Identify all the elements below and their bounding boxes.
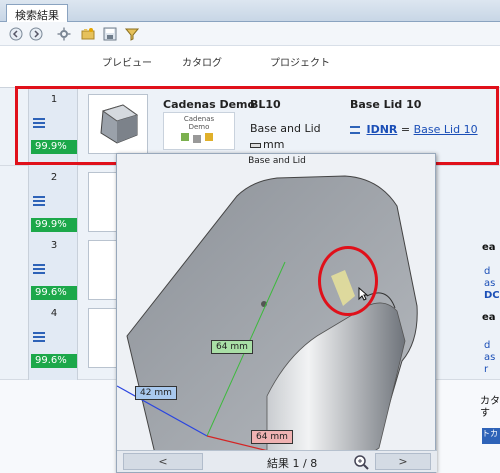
rank-number: 3 xyxy=(50,240,58,251)
rank-cell: 4 99.6% xyxy=(28,302,78,380)
tab-search-results[interactable]: 検索結果 xyxy=(6,4,68,23)
side-button[interactable]: トカ xyxy=(482,428,500,444)
rank-cell: 3 99.6% xyxy=(28,234,78,312)
dimension-label-green: 64 mm xyxy=(211,340,253,354)
app-root: 検索結果 プレビュー カタログ プロジェクト 1 99.9% Cadenas D… xyxy=(0,0,500,473)
preview-nav: < 結果 1 / 8 > xyxy=(117,450,437,472)
preview-popup[interactable]: Base and Lid 64 mm 42 mm 64 mm < 結果 1 / … xyxy=(116,153,437,473)
next-button[interactable]: > xyxy=(375,453,431,470)
model-3d-view[interactable] xyxy=(117,166,435,462)
col-catalog[interactable]: カタログ xyxy=(182,54,222,69)
col-preview[interactable]: プレビュー xyxy=(102,54,152,69)
result-counter: 結果 1 / 8 xyxy=(267,457,318,470)
zoom-icon[interactable] xyxy=(353,454,369,470)
side-fragment[interactable]: as xyxy=(484,352,495,363)
rank-number: 2 xyxy=(50,172,58,183)
filter-icon[interactable] xyxy=(124,26,140,42)
side-fragment: ea xyxy=(482,312,496,323)
save-icon[interactable] xyxy=(102,26,118,42)
rank-number: 4 xyxy=(50,308,58,319)
tab-bar: 検索結果 xyxy=(0,0,500,23)
menu-icon[interactable] xyxy=(33,196,45,206)
dimension-label-red: 64 mm xyxy=(251,430,293,444)
dimension-label-blue: 42 mm xyxy=(135,386,177,400)
menu-icon[interactable] xyxy=(33,264,45,274)
toolbar xyxy=(0,22,500,46)
side-fragment: ea xyxy=(482,242,496,253)
match-score: 99.6% xyxy=(31,286,77,300)
prev-button[interactable]: < xyxy=(123,453,203,470)
preview-title: Base and Lid xyxy=(248,156,306,166)
back-icon[interactable] xyxy=(8,26,24,42)
side-fragment[interactable]: DC xyxy=(484,290,500,301)
side-fragment[interactable]: d xyxy=(484,266,490,277)
side-fragment[interactable]: d xyxy=(484,340,490,351)
side-fragment[interactable]: as xyxy=(484,278,495,289)
mouse-cursor-icon xyxy=(358,286,369,301)
folder-star-icon[interactable] xyxy=(80,26,96,42)
match-score: 99.6% xyxy=(31,354,77,368)
forward-icon[interactable] xyxy=(28,26,44,42)
annotation-circle xyxy=(318,246,378,316)
col-project[interactable]: プロジェクト xyxy=(270,54,330,69)
side-fragment: す xyxy=(480,408,490,419)
menu-icon[interactable] xyxy=(33,332,45,342)
side-fragment[interactable]: r xyxy=(484,364,488,375)
rank-cell: 2 99.9% xyxy=(28,166,78,244)
settings-gear-icon[interactable] xyxy=(56,26,72,42)
match-score: 99.9% xyxy=(31,218,77,232)
column-headers: プレビュー カタログ プロジェクト xyxy=(0,46,500,88)
